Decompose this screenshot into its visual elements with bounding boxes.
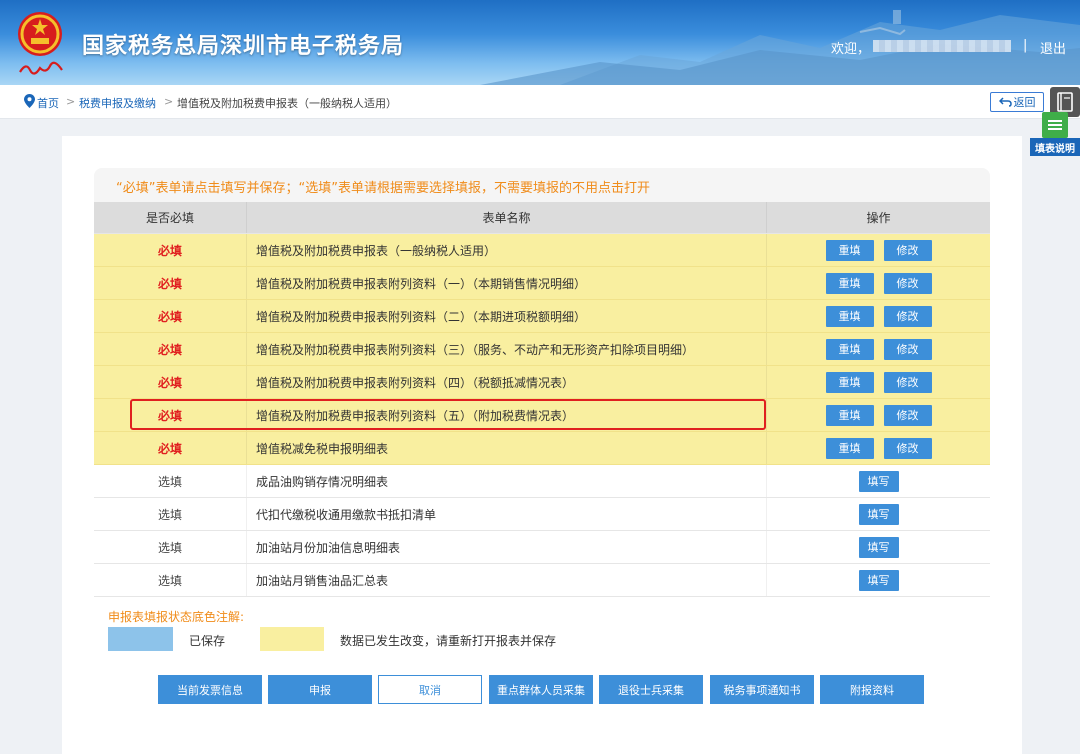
logout-link[interactable]: 退出: [1040, 38, 1066, 57]
back-button-label: 返回: [1013, 96, 1036, 109]
table-row: 必填 增值税及附加税费申报表（一般纳税人适用） 重填 修改: [94, 234, 990, 267]
tax-calligraphy-logo: [19, 61, 63, 75]
attachments-button[interactable]: 附报资料: [820, 675, 924, 704]
required-label: 必填: [157, 276, 182, 291]
modify-button[interactable]: 修改: [883, 239, 932, 261]
form-name: 增值税减免税申报明细表: [256, 441, 389, 456]
breadcrumb-arrow: >: [164, 95, 174, 108]
site-header: 国家税务总局深圳市电子税务局 欢迎， | 退出: [0, 0, 1080, 85]
table-row: 选填 代扣代缴税收通用缴款书抵扣清单 填写: [94, 498, 990, 531]
tax-notice-button[interactable]: 税务事项通知书: [710, 675, 814, 704]
veteran-collect-button[interactable]: 退役士兵采集: [599, 675, 703, 704]
modify-button[interactable]: 修改: [883, 371, 932, 393]
national-emblem-icon: [18, 12, 62, 56]
breadcrumb-tax-filing[interactable]: 税费申报及缴纳: [79, 95, 156, 111]
invoice-info-button[interactable]: 当前发票信息: [158, 675, 262, 704]
masked-username: [873, 40, 1011, 52]
breadcrumb-current: 增值税及附加税费申报表（一般纳税人适用）: [177, 97, 397, 110]
modify-button[interactable]: 修改: [883, 272, 932, 294]
cancel-button[interactable]: 取消: [378, 675, 482, 704]
back-button[interactable]: 返回: [990, 92, 1044, 112]
modify-button[interactable]: 修改: [883, 305, 932, 327]
fill-button[interactable]: 填写: [858, 470, 899, 492]
header-separator: |: [1023, 38, 1028, 53]
optional-label: 选填: [157, 507, 182, 522]
header-actions: 操作: [766, 202, 990, 233]
form-name: 增值税及附加税费申报表附列资料（三）（服务、不动产和无形资产扣除项目明细）: [256, 342, 695, 357]
form-name: 增值税及附加税费申报表（一般纳税人适用）: [256, 243, 497, 258]
header-required: 是否必填: [145, 211, 194, 225]
notice-text: “必填”表单请点击填写并保存；“选填”表单请根据需要选择填报，不需要填报的不用点…: [94, 168, 990, 202]
table-header: 是否必填 表单名称 操作: [94, 202, 990, 234]
form-name: 成品油购销存情况明细表: [256, 474, 389, 489]
table-row: 必填 增值税减免税申报明细表 重填 修改: [94, 432, 990, 465]
submit-declaration-button[interactable]: 申报: [268, 675, 372, 704]
legend-title: 申报表填报状态底色注解:: [108, 610, 245, 624]
changed-color-swatch: [260, 627, 324, 651]
modify-button[interactable]: 修改: [883, 404, 932, 426]
legend-changed-text: 数据已发生改变，请重新打开报表并保存: [340, 634, 557, 648]
table-row: 必填 增值税及附加税费申报表附列资料（五）（附加税费情况表） 重填 修改: [94, 399, 990, 432]
list-icon: [1042, 112, 1068, 138]
required-label: 必填: [157, 375, 182, 390]
book-icon: [1057, 92, 1073, 112]
site-title: 国家税务总局深圳市电子税务局: [82, 34, 405, 59]
form-name: 增值税及附加税费申报表附列资料（五）（附加税费情况表）: [256, 408, 575, 423]
table-row: 必填 增值税及附加税费申报表附列资料（一）（本期销售情况明细） 重填 修改: [94, 267, 990, 300]
legend-saved-text: 已保存: [189, 634, 226, 648]
refill-button[interactable]: 重填: [825, 239, 874, 261]
modify-button[interactable]: 修改: [883, 338, 932, 360]
breadcrumb-home[interactable]: 首页: [37, 95, 59, 111]
refill-button[interactable]: 重填: [825, 437, 874, 459]
table-row: 选填 加油站月份加油信息明细表 填写: [94, 531, 990, 564]
form-name: 增值税及附加税费申报表附列资料（一）（本期销售情况明细）: [256, 276, 587, 291]
form-name: 代扣代缴税收通用缴款书抵扣清单: [256, 507, 437, 522]
form-name: 增值税及附加税费申报表附列资料（四）（税额抵减情况表）: [256, 375, 575, 390]
fill-button[interactable]: 填写: [858, 569, 899, 591]
location-pin-icon: [24, 94, 35, 108]
refill-button[interactable]: 重填: [825, 338, 874, 360]
table-row: 选填 加油站月销售油品汇总表 填写: [94, 564, 990, 597]
table-row: 必填 增值税及附加税费申报表附列资料（三）（服务、不动产和无形资产扣除项目明细）…: [94, 333, 990, 366]
fill-instructions-button[interactable]: 填表说明: [1030, 112, 1080, 156]
fill-button[interactable]: 填写: [858, 536, 899, 558]
header-form-name: 表单名称: [246, 202, 766, 233]
refill-button[interactable]: 重填: [825, 371, 874, 393]
return-arrow-icon: [998, 97, 1012, 107]
form-name: 增值税及附加税费申报表附列资料（二）（本期进项税额明细）: [256, 309, 587, 324]
optional-label: 选填: [157, 474, 182, 489]
fill-instructions-label: 填表说明: [1030, 138, 1080, 156]
refill-button[interactable]: 重填: [825, 305, 874, 327]
required-label: 必填: [157, 441, 182, 456]
required-label: 必填: [157, 408, 182, 423]
key-group-collect-button[interactable]: 重点群体人员采集: [489, 675, 593, 704]
breadcrumb: 首页 > 税费申报及缴纳 > 增值税及附加税费申报表（一般纳税人适用）: [0, 85, 1080, 119]
required-label: 必填: [157, 243, 182, 258]
breadcrumb-arrow: >: [66, 95, 76, 108]
form-name: 加油站月份加油信息明细表: [256, 540, 401, 555]
optional-label: 选填: [157, 573, 182, 588]
modify-button[interactable]: 修改: [883, 437, 932, 459]
required-label: 必填: [157, 342, 182, 357]
form-name: 加油站月销售油品汇总表: [256, 573, 389, 588]
saved-color-swatch: [108, 627, 173, 651]
table-row: 选填 成品油购销存情况明细表 填写: [94, 465, 990, 498]
required-label: 必填: [157, 309, 182, 324]
optional-label: 选填: [157, 540, 182, 555]
refill-button[interactable]: 重填: [825, 404, 874, 426]
fill-button[interactable]: 填写: [858, 503, 899, 525]
welcome-text: 欢迎，: [831, 42, 871, 57]
table-row: 必填 增值税及附加税费申报表附列资料（四）（税额抵减情况表） 重填 修改: [94, 366, 990, 399]
table-row: 必填 增值税及附加税费申报表附列资料（二）（本期进项税额明细） 重填 修改: [94, 300, 990, 333]
refill-button[interactable]: 重填: [825, 272, 874, 294]
